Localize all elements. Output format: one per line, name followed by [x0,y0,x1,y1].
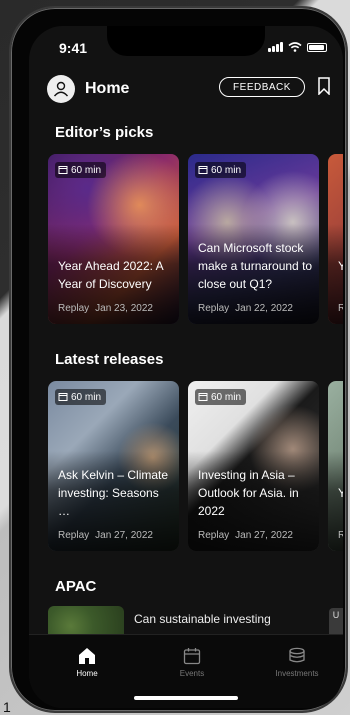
home-icon [79,648,95,664]
section-title-editors-picks: Editor’s picks [55,124,154,141]
battery-icon [307,42,327,52]
duration-badge: 60 min [195,162,247,178]
latest-releases-row: 60 min Ask Kelvin – Climate investing: S… [48,381,343,551]
apac-list-item[interactable]: Can sustainable investing U [48,606,343,636]
apac-partial-card[interactable]: U [329,608,343,636]
calendar-play-icon [198,393,208,401]
card-title: Investing in Asia – Outlook for Asia. in… [198,468,299,518]
video-card[interactable]: 60 min Investing in Asia – Outlook for A… [188,381,319,551]
home-indicator [134,696,238,700]
calendar-play-icon [58,166,68,174]
app-screen: 9:41 Home FEEDBACK Editor’s picks 60 min… [29,26,343,708]
phone-frame: 9:41 Home FEEDBACK Editor’s picks 60 min… [9,6,348,713]
profile-avatar[interactable] [47,75,75,103]
video-card[interactable]: 60 min Ask Kelvin – Climate investing: S… [48,381,179,551]
person-icon [53,81,69,97]
editors-picks-row: 60 min Year Ahead 2022: A Year of Discov… [48,154,343,324]
calendar-icon [183,648,201,665]
card-meta: Replay Jan 27, 2022 [58,530,153,541]
video-card-partial[interactable]: Y Re [328,154,343,324]
card-title: Y [338,259,343,273]
card-meta: Replay Jan 22, 2022 [198,303,293,314]
bookmark-icon[interactable] [317,77,331,95]
wifi-icon [288,42,302,52]
tab-events[interactable]: Events [152,647,232,678]
duration-badge: 60 min [55,162,107,178]
calendar-play-icon [198,166,208,174]
section-title-apac: APAC [55,578,97,595]
bottom-tab-bar: Home Events Investments [29,634,343,708]
card-meta: Replay Jan 23, 2022 [58,303,153,314]
duration-badge: 60 min [55,389,107,405]
tab-investments[interactable]: Investments [257,647,337,678]
background-marker: 1 [3,699,11,715]
card-title: Year Ahead 2022: A Year of Discovery [58,259,163,291]
card-title: Can Microsoft stock make a turnaround to… [198,241,313,291]
page-title: Home [85,80,130,97]
video-card[interactable]: 60 min Year Ahead 2022: A Year of Discov… [48,154,179,324]
status-time: 9:41 [59,40,88,56]
coins-stack-icon [289,647,305,663]
video-card-partial[interactable]: Y Re [328,381,343,551]
card-title: Y [338,486,343,500]
card-meta: Replay Jan 27, 2022 [198,530,293,541]
card-title: Ask Kelvin – Climate investing: Seasons … [58,468,169,518]
card-meta: Re [338,303,343,314]
header: Home FEEDBACK [47,74,333,104]
card-meta: Re [338,530,343,541]
status-icons [268,42,327,52]
calendar-play-icon [58,393,68,401]
video-card[interactable]: 60 min Can Microsoft stock make a turnar… [188,154,319,324]
duration-badge: 60 min [195,389,247,405]
tab-home[interactable]: Home [47,647,127,678]
apac-item-title: Can sustainable investing [134,612,271,626]
feedback-button[interactable]: FEEDBACK [219,77,305,97]
apac-thumbnail [48,606,124,636]
section-title-latest-releases: Latest releases [55,351,164,368]
notch [107,26,265,56]
signal-icon [268,42,283,52]
